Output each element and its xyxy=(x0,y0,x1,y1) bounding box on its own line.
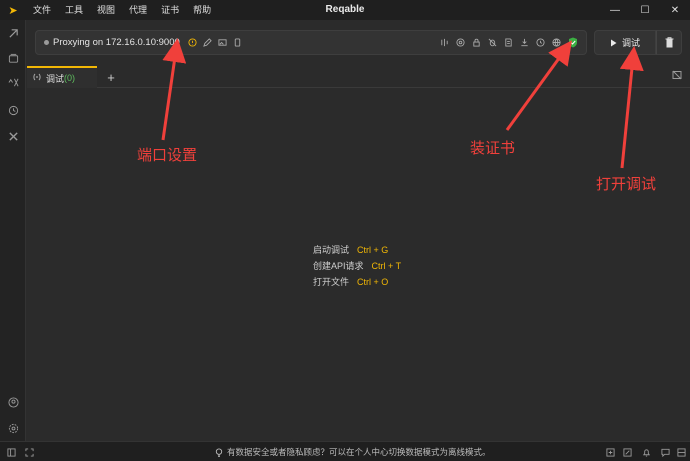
lightbulb-icon xyxy=(215,447,223,457)
minimize-button[interactable]: — xyxy=(600,0,630,20)
arrow-install-cert xyxy=(505,40,573,131)
export-icon[interactable] xyxy=(603,445,617,459)
capture-icon[interactable] xyxy=(0,25,26,41)
sidebar-toggle-icon[interactable] xyxy=(4,445,18,459)
annotation-install-cert: 装证书 xyxy=(470,140,516,157)
shortcut-row: 打开文件 Ctrl + O xyxy=(313,274,401,290)
notification-bell-icon[interactable] xyxy=(639,445,653,459)
broadcast-icon xyxy=(32,73,42,83)
annotation-port-settings: 端口设置 xyxy=(137,147,198,164)
shortcut-row: 创建API请求 Ctrl + T xyxy=(313,258,401,274)
annotation-open-debug: 打开调试 xyxy=(596,176,657,193)
play-icon xyxy=(610,39,617,46)
image-icon[interactable] xyxy=(215,36,230,50)
close-button[interactable]: ✕ xyxy=(660,0,690,20)
shortcut-label: 启动调试 xyxy=(313,245,350,255)
info-icon[interactable] xyxy=(185,36,200,50)
tab-debug[interactable]: 调试 (0) xyxy=(27,66,97,88)
app-logo-icon: ➤ xyxy=(8,4,18,17)
status-message-text: 有数据安全或者隐私顾虑？可以在个人中心切换数据模式为离线模式。 xyxy=(227,447,491,457)
clear-trash-button[interactable] xyxy=(656,30,682,55)
shortcut-key: Ctrl + G xyxy=(357,245,389,255)
account-icon[interactable] xyxy=(0,394,26,410)
tab-bar: 调试 (0) + xyxy=(27,66,690,88)
menu-bar: 文件 工具 视图 代理 证书 帮助 xyxy=(26,0,218,20)
status-bar: 有数据安全或者隐私顾虑？可以在个人中心切换数据模式为离线模式。 xyxy=(0,441,690,461)
download-icon[interactable] xyxy=(517,35,532,49)
add-tab-plus-icon[interactable]: + xyxy=(103,68,119,86)
chat-icon[interactable] xyxy=(658,445,672,459)
lock-icon[interactable] xyxy=(469,35,484,49)
certificate-shield-icon[interactable] xyxy=(565,35,580,49)
breakpoint-bug-icon[interactable] xyxy=(485,35,500,49)
target-icon[interactable] xyxy=(453,35,468,49)
shortcut-label: 打开文件 xyxy=(313,277,350,287)
mobile-phone-icon[interactable] xyxy=(230,36,245,50)
menu-proxy[interactable]: 代理 xyxy=(122,0,154,20)
proxy-status-text[interactable]: Proxying on 172.16.0.10:9000 xyxy=(53,37,180,48)
start-debug-button[interactable]: 调试 xyxy=(594,30,656,55)
menu-view[interactable]: 视图 xyxy=(90,0,122,20)
arrow-port-settings xyxy=(161,38,187,141)
shortcut-key: Ctrl + O xyxy=(357,277,389,287)
trash-icon xyxy=(665,37,673,48)
status-message: 有数据安全或者隐私顾虑？可以在个人中心切换数据模式为离线模式。 xyxy=(215,442,491,461)
settings-gear-icon[interactable] xyxy=(0,420,26,436)
layout-icon[interactable] xyxy=(674,445,688,459)
tab-debug-label: 调试 xyxy=(46,73,65,84)
shortcut-key: Ctrl + T xyxy=(371,261,402,271)
throttle-icon[interactable] xyxy=(437,35,452,49)
edit-note-icon[interactable] xyxy=(620,445,634,459)
rewrite-icon[interactable] xyxy=(0,74,26,90)
menu-file[interactable]: 文件 xyxy=(26,0,58,20)
hide-panel-icon[interactable] xyxy=(672,70,682,83)
menu-help[interactable]: 帮助 xyxy=(186,0,218,20)
shortcut-row: 启动调试 Ctrl + G xyxy=(313,242,401,258)
start-debug-label: 调试 xyxy=(621,38,640,48)
proxy-toolbar: Proxying on 172.16.0.10:9000 xyxy=(35,30,587,55)
title-bar: ➤ 文件 工具 视图 代理 证书 帮助 Reqable — ☐ ✕ xyxy=(0,0,690,20)
menu-tools[interactable]: 工具 xyxy=(58,0,90,20)
edit-pencil-icon[interactable] xyxy=(200,36,215,50)
clock-icon[interactable] xyxy=(533,35,548,49)
collections-icon[interactable] xyxy=(0,50,26,66)
menu-certificate[interactable]: 证书 xyxy=(154,0,186,20)
shortcut-label: 创建API请求 xyxy=(313,261,364,271)
fullscreen-icon[interactable] xyxy=(22,445,36,459)
network-globe-icon[interactable] xyxy=(549,35,564,49)
history-icon[interactable] xyxy=(0,102,26,118)
shortcut-hints: 启动调试 Ctrl + G 创建API请求 Ctrl + T 打开文件 Ctrl… xyxy=(313,242,401,290)
tools-icon[interactable] xyxy=(0,128,26,144)
left-sidebar xyxy=(0,20,26,441)
script-icon[interactable] xyxy=(501,35,516,49)
maximize-button[interactable]: ☐ xyxy=(630,0,660,20)
proxy-status-dot xyxy=(44,40,49,45)
tab-debug-count: (0) xyxy=(64,73,76,83)
